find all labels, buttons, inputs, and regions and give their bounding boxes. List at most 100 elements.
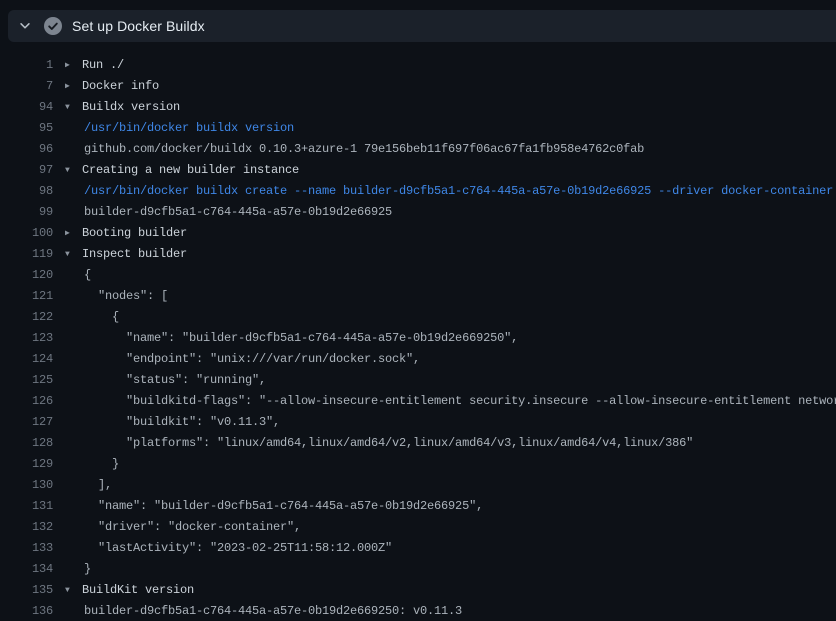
log-line-row: 98/usr/bin/docker buildx create --name b… <box>0 180 836 201</box>
group-caret-expanded-icon[interactable]: ▼ <box>65 250 74 259</box>
log-group-row[interactable]: 7 ▶ Docker info <box>0 75 836 96</box>
log-output-text: builder-d9cfb5a1-c764-445a-a57e-0b19d2e6… <box>84 604 462 618</box>
log-area: 1 ▶Run ./ 7 ▶ Docker info 94 ▼ Buildx version 95… <box>0 42 836 621</box>
log-group-content[interactable]: ▶Run ./ <box>65 58 124 72</box>
line-number-link[interactable]: 133 <box>0 541 53 555</box>
log-output-text: } <box>84 562 91 576</box>
line-number-link[interactable]: 98 <box>0 184 53 198</box>
group-caret-collapsed-icon[interactable]: ▶ <box>65 81 74 91</box>
log-output-text: "endpoint": "unix:///var/run/docker.sock… <box>84 352 420 366</box>
log-group-row[interactable]: 94 ▼ Buildx version <box>0 96 836 117</box>
log-line-row: 124 "endpoint": "unix:///var/run/docker.… <box>0 348 836 369</box>
log-line-row: 133 "lastActivity": "2023-02-25T11:58:12… <box>0 537 836 558</box>
group-title: Buildx version <box>82 100 180 114</box>
group-caret-collapsed-icon[interactable]: ▶ <box>65 228 74 238</box>
log-line-row: 125 "status": "running", <box>0 369 836 390</box>
log-line-row: 121 "nodes": [ <box>0 285 836 306</box>
line-number-link[interactable]: 127 <box>0 415 53 429</box>
log-group-content[interactable]: ▼ Inspect builder <box>65 247 187 261</box>
log-line-row: 130 ], <box>0 474 836 495</box>
log-group-row[interactable]: 135 ▼ BuildKit version <box>0 579 836 600</box>
group-title: Booting builder <box>82 226 187 240</box>
line-number-link[interactable]: 136 <box>0 604 53 618</box>
group-title: Docker info <box>82 79 159 93</box>
line-number-link[interactable]: 135 <box>0 583 53 597</box>
log-line-row: 134} <box>0 558 836 579</box>
log-output-text: { <box>84 268 91 282</box>
log-line-content: "buildkit": "v0.11.3", <box>65 415 280 429</box>
log-line-row: 99 builder-d9cfb5a1-c764-445a-a57e-0b19d2… <box>0 201 836 222</box>
line-number-link[interactable]: 100 <box>0 226 53 240</box>
log-line-row: 95/usr/bin/docker buildx version <box>0 117 836 138</box>
log-group-content[interactable]: ▼Creating a new builder instance <box>65 163 299 177</box>
group-caret-expanded-icon[interactable]: ▼ <box>65 586 74 595</box>
log-group-row[interactable]: 97 ▼Creating a new builder instance <box>0 159 836 180</box>
log-command-text: /usr/bin/docker buildx create --name bui… <box>84 184 833 198</box>
log-line-content: builder-d9cfb5a1-c764-445a-a57e-0b19d2e6… <box>65 604 462 618</box>
log-line-content: { <box>65 268 91 282</box>
log-line-row: 96 github.com/docker/buildx 0.10.3+azure-… <box>0 138 836 159</box>
log-output-text: "buildkitd-flags": "--allow-insecure-ent… <box>84 394 836 408</box>
group-title: BuildKit version <box>82 583 194 597</box>
line-number-link[interactable]: 122 <box>0 310 53 324</box>
line-number-link[interactable]: 129 <box>0 457 53 471</box>
step-title: Set up Docker Buildx <box>72 18 205 34</box>
log-output-text: { <box>84 310 119 324</box>
log-group-row[interactable]: 100 ▶ Booting builder <box>0 222 836 243</box>
line-number-link[interactable]: 119 <box>0 247 53 261</box>
log-line-content: "buildkitd-flags": "--allow-insecure-ent… <box>65 394 836 408</box>
log-group-row[interactable]: 1 ▶Run ./ <box>0 54 836 75</box>
group-caret-expanded-icon[interactable]: ▼ <box>65 103 74 112</box>
log-group-content[interactable]: ▼ BuildKit version <box>65 583 194 597</box>
log-line-row: 136 builder-d9cfb5a1-c764-445a-a57e-0b19d… <box>0 600 836 621</box>
log-line-content: /usr/bin/docker buildx create --name bui… <box>65 184 833 198</box>
log-line-content: /usr/bin/docker buildx version <box>65 121 294 135</box>
line-number-link[interactable]: 1 <box>0 58 53 72</box>
log-line-content: "endpoint": "unix:///var/run/docker.sock… <box>65 352 420 366</box>
line-number-link[interactable]: 128 <box>0 436 53 450</box>
log-output-text: "status": "running", <box>84 373 266 387</box>
log-group-content[interactable]: ▼ Buildx version <box>65 100 180 114</box>
group-caret-expanded-icon[interactable]: ▼ <box>65 166 74 175</box>
log-group-content[interactable]: ▶ Booting builder <box>65 226 187 240</box>
line-number-link[interactable]: 126 <box>0 394 53 408</box>
log-group-content[interactable]: ▶ Docker info <box>65 79 159 93</box>
log-output-text: "name": "builder-d9cfb5a1-c764-445a-a57e… <box>84 331 518 345</box>
line-number-link[interactable]: 125 <box>0 373 53 387</box>
line-number-link[interactable]: 99 <box>0 205 53 219</box>
line-number-link[interactable]: 96 <box>0 142 53 156</box>
log-line-row: 122 { <box>0 306 836 327</box>
line-number-link[interactable]: 130 <box>0 478 53 492</box>
log-output-text: "name": "builder-d9cfb5a1-c764-445a-a57e… <box>84 499 483 513</box>
line-number-link[interactable]: 124 <box>0 352 53 366</box>
group-caret-collapsed-icon[interactable]: ▶ <box>65 60 74 70</box>
line-number-link[interactable]: 123 <box>0 331 53 345</box>
line-number-link[interactable]: 134 <box>0 562 53 576</box>
log-line-content: "driver": "docker-container", <box>65 520 301 534</box>
log-command-text: /usr/bin/docker buildx version <box>84 121 294 135</box>
line-number-link[interactable]: 131 <box>0 499 53 513</box>
log-output-text: github.com/docker/buildx 0.10.3+azure-1 … <box>84 142 644 156</box>
group-title: Inspect builder <box>82 247 187 261</box>
log-line-content: "name": "builder-d9cfb5a1-c764-445a-a57e… <box>65 499 483 513</box>
log-line-content: "platforms": "linux/amd64,linux/amd64/v2… <box>65 436 693 450</box>
log-line-row: 126 "buildkitd-flags": "--allow-insecure… <box>0 390 836 411</box>
log-output-text: "driver": "docker-container", <box>84 520 301 534</box>
log-line-content: github.com/docker/buildx 0.10.3+azure-1 … <box>65 142 644 156</box>
log-line-row: 127 "buildkit": "v0.11.3", <box>0 411 836 432</box>
line-number-link[interactable]: 121 <box>0 289 53 303</box>
line-number-link[interactable]: 95 <box>0 121 53 135</box>
log-line-content: { <box>65 310 119 324</box>
line-number-link[interactable]: 94 <box>0 100 53 114</box>
line-number-link[interactable]: 97 <box>0 163 53 177</box>
step-header[interactable]: Set up Docker Buildx <box>8 10 836 42</box>
line-number-link[interactable]: 7 <box>0 79 53 93</box>
log-output-text: builder-d9cfb5a1-c764-445a-a57e-0b19d2e6… <box>84 205 392 219</box>
chevron-down-icon[interactable] <box>18 19 32 33</box>
line-number-link[interactable]: 120 <box>0 268 53 282</box>
log-line-content: } <box>65 457 119 471</box>
line-number-link[interactable]: 132 <box>0 520 53 534</box>
log-line-content: builder-d9cfb5a1-c764-445a-a57e-0b19d2e6… <box>65 205 392 219</box>
log-group-row[interactable]: 119 ▼ Inspect builder <box>0 243 836 264</box>
log-line-content: "status": "running", <box>65 373 266 387</box>
